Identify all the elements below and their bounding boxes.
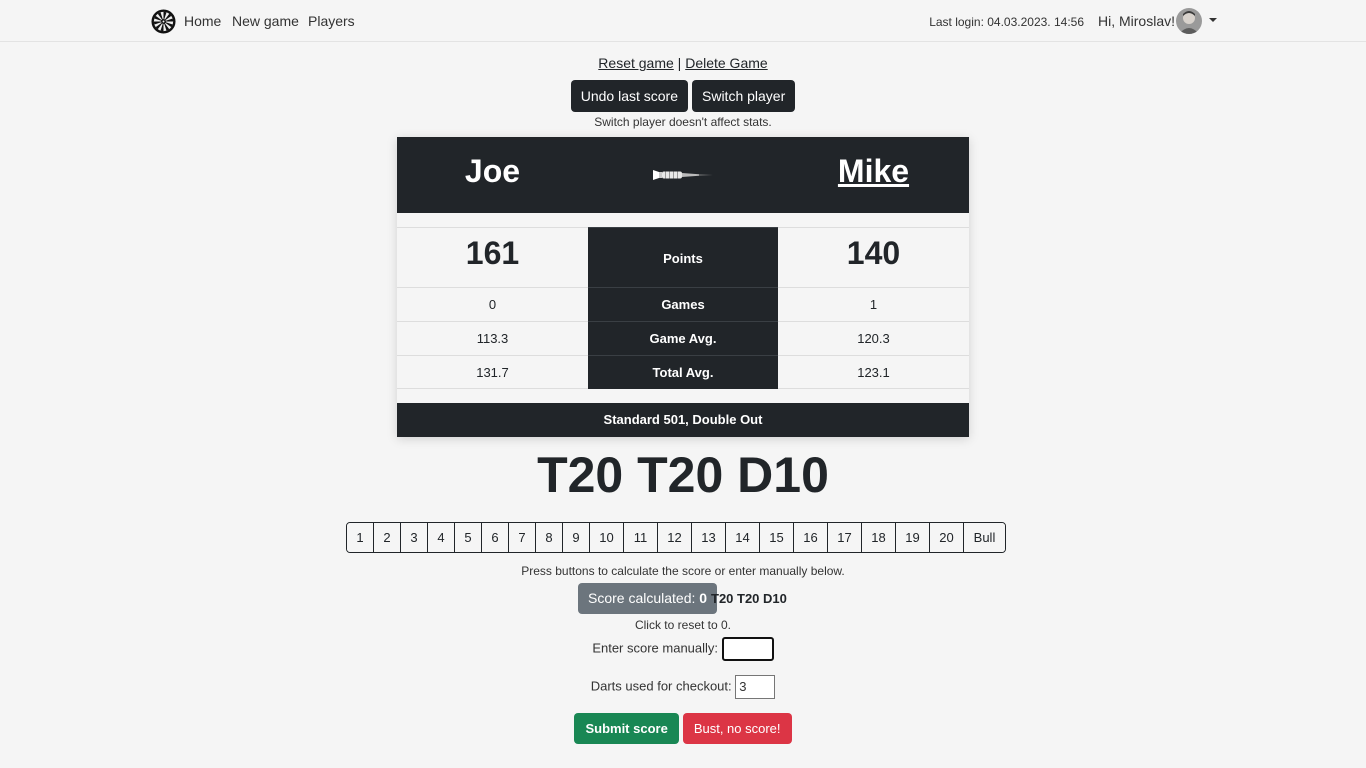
player1-game-avg: 113.3 xyxy=(476,331,509,346)
number-button-17[interactable]: 17 xyxy=(828,523,862,552)
player1-games: 0 xyxy=(488,297,497,312)
darts-checkout-input[interactable]: 3 xyxy=(735,675,776,699)
number-button-10[interactable]: 10 xyxy=(590,523,624,552)
number-button-11[interactable]: 11 xyxy=(624,523,658,552)
dart-icon xyxy=(653,170,713,180)
number-button-9[interactable]: 9 xyxy=(563,523,590,552)
player1-total-avg: 131.7 xyxy=(476,365,509,380)
manual-score-input[interactable] xyxy=(721,637,774,661)
manual-score-label: Enter score manually: xyxy=(592,640,719,656)
player2-name[interactable]: Mike xyxy=(778,153,969,190)
player2-games: 1 xyxy=(869,297,878,312)
number-button-20[interactable]: 20 xyxy=(930,523,964,552)
reset-game-link[interactable]: Reset game xyxy=(598,55,673,71)
number-button-3[interactable]: 3 xyxy=(401,523,428,552)
scoreboard-header: Joe Mike xyxy=(397,137,969,213)
number-button-8[interactable]: 8 xyxy=(536,523,563,552)
player1-points: 161 xyxy=(465,235,520,271)
stat-label-game-avg: Game Avg. xyxy=(588,321,778,355)
stats-row-game-avg: 113.3 Game Avg. 120.3 xyxy=(397,321,969,355)
number-button-19[interactable]: 19 xyxy=(896,523,930,552)
nav-new-game-link[interactable]: New game xyxy=(232,13,299,29)
game-actions-links: Reset game | Delete Game xyxy=(0,55,1366,71)
number-button-18[interactable]: 18 xyxy=(862,523,896,552)
stats-row-total-avg: 131.7 Total Avg. 123.1 xyxy=(397,355,969,389)
manual-score-row: Enter score manually: xyxy=(0,637,1366,661)
last-login-text: Last login: 04.03.2023. 14:56 xyxy=(929,15,1084,29)
user-menu-chevron-down-icon[interactable] xyxy=(1209,18,1217,22)
user-avatar-icon[interactable] xyxy=(1176,8,1202,34)
player2-game-avg: 120.3 xyxy=(857,331,890,346)
number-button-15[interactable]: 15 xyxy=(760,523,794,552)
score-calculated-button[interactable]: Score calculated: 0 xyxy=(578,583,718,614)
undo-last-score-button[interactable]: Undo last score xyxy=(570,80,688,112)
player1-name: Joe xyxy=(464,153,521,189)
stat-label-points: Points xyxy=(588,227,778,288)
reset-hint: Click to reset to 0. xyxy=(634,618,732,632)
number-button-2[interactable]: 2 xyxy=(374,523,401,552)
dart-number-pad: 1 2 3 4 5 6 7 8 9 10 11 12 13 14 15 16 17 18 19 20 Bull xyxy=(346,522,1006,553)
current-throws-display: T20 T20 D10 xyxy=(537,447,829,503)
number-button-5[interactable]: 5 xyxy=(455,523,482,552)
darts-checkout-row: Darts used for checkout: 3 xyxy=(0,675,1366,699)
bust-no-score-button[interactable]: Bust, no score! xyxy=(682,713,792,744)
number-button-6[interactable]: 6 xyxy=(482,523,509,552)
stats-row-games: 0 Games 1 xyxy=(397,287,969,321)
player2-total-avg: 123.1 xyxy=(857,365,890,380)
game-controls: Undo last score Switch player xyxy=(0,80,1366,112)
player2-points: 140 xyxy=(846,235,901,271)
scoreboard-card: Joe Mike 161 Points 140 0 Games 1 113.3 … xyxy=(397,137,969,437)
calculated-throws-text: T20 T20 D10 xyxy=(711,591,787,606)
number-button-4[interactable]: 4 xyxy=(428,523,455,552)
actions-separator: | xyxy=(677,55,682,71)
dartboard-logo-icon[interactable] xyxy=(151,9,176,34)
switch-player-note: Switch player doesn't affect stats. xyxy=(594,115,772,129)
delete-game-link[interactable]: Delete Game xyxy=(685,55,767,71)
stat-label-total-avg: Total Avg. xyxy=(588,355,778,389)
number-button-1[interactable]: 1 xyxy=(347,523,374,552)
score-calculated-value: 0 xyxy=(699,590,708,606)
navbar: Home New game Players Last login: 04.03.… xyxy=(0,0,1366,42)
submit-score-button[interactable]: Submit score xyxy=(574,713,679,744)
submit-row: Submit score Bust, no score! xyxy=(0,713,1366,744)
calc-instructions: Press buttons to calculate the score or … xyxy=(521,564,845,578)
number-button-14[interactable]: 14 xyxy=(726,523,760,552)
stat-label-games: Games xyxy=(588,287,778,321)
switch-player-button[interactable]: Switch player xyxy=(692,80,796,112)
stats-row-points: 161 Points 140 xyxy=(397,227,969,288)
number-button-13[interactable]: 13 xyxy=(692,523,726,552)
number-button-16[interactable]: 16 xyxy=(794,523,828,552)
game-mode-footer: Standard 501, Double Out xyxy=(397,403,969,437)
darts-checkout-label: Darts used for checkout: xyxy=(590,678,732,694)
score-calculated-label: Score calculated: xyxy=(588,590,700,606)
nav-players-link[interactable]: Players xyxy=(308,13,355,29)
nav-home-link[interactable]: Home xyxy=(184,13,221,29)
user-greeting[interactable]: Hi, Miroslav! xyxy=(1098,13,1175,29)
number-button-7[interactable]: 7 xyxy=(509,523,536,552)
number-button-bull[interactable]: Bull xyxy=(964,523,1005,552)
number-button-12[interactable]: 12 xyxy=(658,523,692,552)
